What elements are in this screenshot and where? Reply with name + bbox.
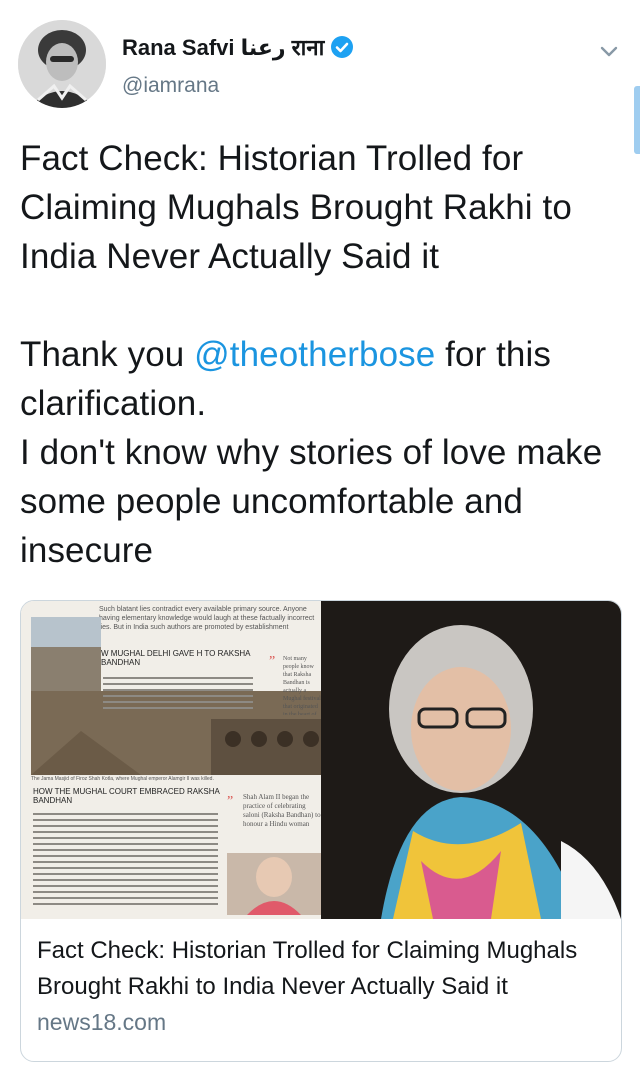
avatar[interactable] [18, 20, 106, 108]
clipping-headline-1: W MUGHAL DELHI GAVE H TO RAKSHA BANDHAN [101, 649, 251, 667]
author-name[interactable]: Rana Safvi رعنا राना [122, 32, 324, 62]
card-domain[interactable]: news18.com [37, 1009, 166, 1036]
mention-link[interactable]: @theotherbose [194, 335, 435, 374]
clipping-quote-1: Not many people know that Raksha Bandhan… [283, 656, 321, 715]
author-name-row[interactable]: Rana Safvi رعنا राना [122, 32, 354, 62]
tweet-thanks: Thank you @theotherbose for this clarifi… [20, 335, 551, 423]
tweet-comment: I don't know why stories of love make so… [20, 433, 603, 570]
clipping-top-note: Such blatant lies contradict every avail… [99, 606, 315, 631]
author-handle[interactable]: @iamrana [122, 74, 219, 98]
card-image[interactable]: Such blatant lies contradict every avail… [21, 601, 621, 919]
clipping-headline-2: HOW THE MUGHAL COURT EMBRACED RAKSHA BAN… [33, 787, 220, 805]
verified-badge-icon [331, 36, 354, 58]
tweet-text: Fact Check: Historian Trolled for Claimi… [20, 134, 620, 575]
card-image-collage: Such blatant lies contradict every avail… [21, 601, 621, 919]
svg-text:”: ” [227, 794, 233, 809]
clipping-quote-2: Shah Alam II began the practice of celeb… [243, 793, 321, 828]
quote-mark-icon: ” [269, 654, 275, 669]
chevron-down-icon[interactable] [598, 40, 620, 62]
tweet-header: Rana Safvi رعنا राना @iamrana [18, 20, 622, 110]
link-card[interactable]: Such blatant lies contradict every avail… [20, 600, 622, 1062]
scroll-indicator[interactable] [634, 86, 640, 154]
clipping-caption: The Jama Masjid of Firoz Shah Kotla, whe… [31, 776, 214, 782]
avatar-photo [18, 20, 106, 108]
tweet-headline: Fact Check: Historian Trolled for Claimi… [20, 139, 572, 276]
card-title[interactable]: Fact Check: Historian Trolled for Claimi… [37, 933, 605, 1005]
